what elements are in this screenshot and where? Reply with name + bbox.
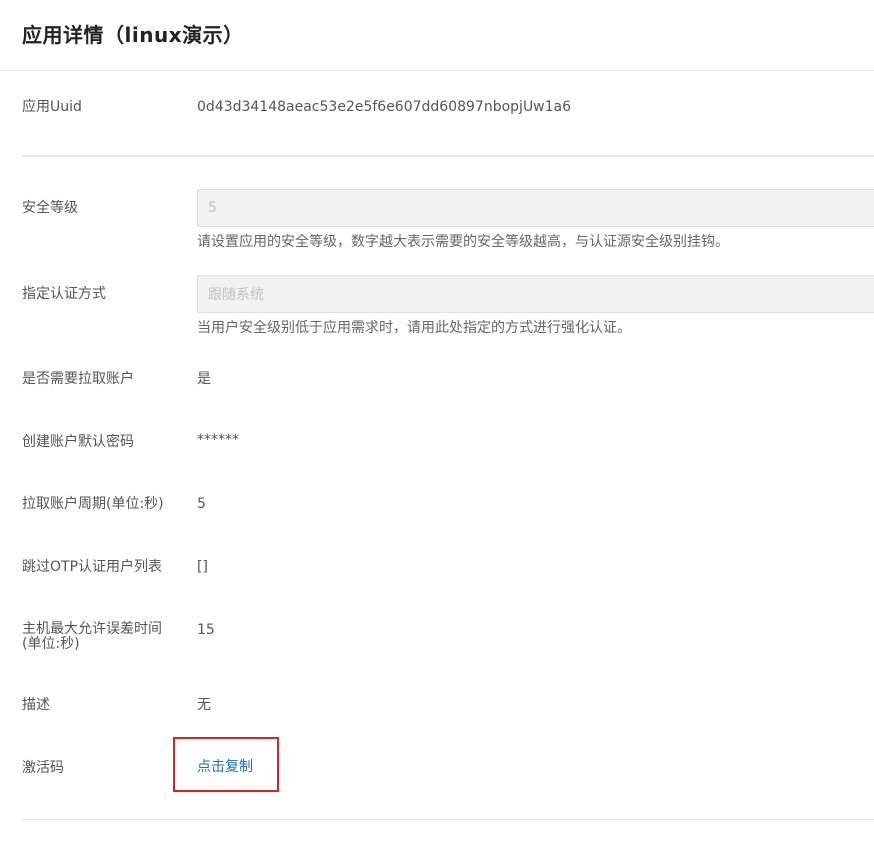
uuid-value: 0d43d34148aeac53e2e5f6e607dd60897nbopjUw… xyxy=(197,99,572,115)
default-password-value: ****** xyxy=(197,432,239,448)
pull-account-label: 是否需要拉取账户 xyxy=(22,371,134,387)
page-header: 应用详情（linux演示） xyxy=(0,0,874,71)
copy-activation-code-link[interactable]: 点击复制 xyxy=(197,759,253,775)
max-time-error-label-line2: (单位:秒) xyxy=(22,636,80,652)
pull-period-value: 5 xyxy=(197,496,206,512)
security-level-hint: 请设置应用的安全等级，数字越大表示需要的安全等级越高，与认证源安全级别挂钩。 xyxy=(197,234,729,250)
uuid-label: 应用Uuid xyxy=(22,99,82,115)
page-title: 应用详情（linux演示） xyxy=(22,22,244,47)
default-password-label: 创建账户默认密码 xyxy=(22,434,134,450)
security-level-input[interactable]: 5 xyxy=(197,189,874,227)
max-time-error-value: 15 xyxy=(197,622,215,638)
section-divider xyxy=(22,155,874,157)
pull-period-label: 拉取账户周期(单位:秒) xyxy=(22,496,164,512)
bottom-divider xyxy=(22,819,874,820)
auth-method-label: 指定认证方式 xyxy=(22,286,106,302)
auth-method-value: 跟随系统 xyxy=(208,287,264,303)
security-level-value: 5 xyxy=(208,200,217,216)
pull-account-value: 是 xyxy=(197,371,211,387)
auth-method-select[interactable]: 跟随系统 xyxy=(197,275,874,313)
activation-code-label: 激活码 xyxy=(22,760,64,776)
description-value: 无 xyxy=(197,697,211,713)
max-time-error-label: 主机最大允许误差时间 (单位:秒) xyxy=(22,622,192,652)
auth-method-hint: 当用户安全级别低于应用需求时，请用此处指定的方式进行强化认证。 xyxy=(197,320,631,336)
skip-otp-label: 跳过OTP认证用户列表 xyxy=(22,559,163,575)
app-detail-page: 应用详情（linux演示） 应用Uuid 0d43d34148aeac53e2e… xyxy=(0,0,874,841)
max-time-error-label-line1: 主机最大允许误差时间 xyxy=(22,621,162,637)
skip-otp-value: [] xyxy=(197,559,208,575)
security-level-label: 安全等级 xyxy=(22,200,78,216)
description-label: 描述 xyxy=(22,697,50,713)
